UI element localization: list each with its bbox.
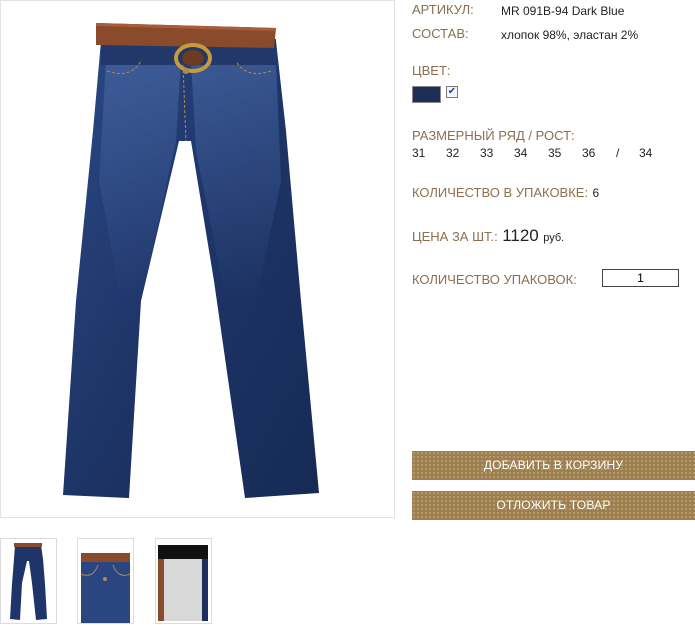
price-row: ЦЕНА ЗА ШТ.: 1120 руб. xyxy=(412,226,564,246)
article-row: АРТИКУЛ: xyxy=(412,1,474,19)
article-label: АРТИКУЛ: xyxy=(412,2,474,17)
packs-quantity-input[interactable] xyxy=(602,269,679,287)
composition-row: СОСТАВ: xyxy=(412,25,469,43)
size-separator: / xyxy=(616,146,620,160)
packs-label: КОЛИЧЕСТВО УПАКОВОК: xyxy=(412,272,577,287)
packs-row: КОЛИЧЕСТВО УПАКОВОК: xyxy=(412,271,577,289)
thumbnail-closeup[interactable] xyxy=(77,538,134,624)
price-label: ЦЕНА ЗА ШТ.: xyxy=(412,229,498,244)
color-row: ЦВЕТ: xyxy=(412,62,451,80)
size-label: РАЗМЕРНЫЙ РЯД / РОСТ: xyxy=(412,128,575,143)
add-to-cart-button[interactable]: ДОБАВИТЬ В КОРЗИНУ xyxy=(412,451,695,480)
size-item: 35 xyxy=(548,146,562,160)
article-value: MR 091B-94 Dark Blue xyxy=(501,4,625,18)
defer-item-button[interactable]: ОТЛОЖИТЬ ТОВАР xyxy=(412,491,695,520)
pack-count-label: КОЛИЧЕСТВО В УПАКОВКЕ: xyxy=(412,185,589,200)
product-main-image xyxy=(0,0,395,518)
size-item: 31 xyxy=(412,146,426,160)
price-unit: руб. xyxy=(543,232,565,244)
color-label: ЦВЕТ: xyxy=(412,63,451,78)
size-row: РАЗМЕРНЫЙ РЯД / РОСТ: xyxy=(412,127,575,145)
article-value-wrap: MR 091B-94 Dark Blue xyxy=(501,2,624,20)
pack-count-value: 6 xyxy=(592,186,600,200)
height-item: 34 xyxy=(639,146,653,160)
composition-label: СОСТАВ: xyxy=(412,26,469,41)
price-value: 1120 xyxy=(502,226,539,245)
size-item: 36 xyxy=(582,146,596,160)
size-item: 33 xyxy=(480,146,494,160)
composition-value-wrap: хлопок 98%, эластан 2% xyxy=(501,26,638,44)
composition-value: хлопок 98%, эластан 2% xyxy=(501,28,639,42)
size-item: 32 xyxy=(446,146,460,160)
jeans-image xyxy=(63,23,319,498)
thumbnail-front[interactable] xyxy=(0,538,57,624)
size-item: 34 xyxy=(514,146,528,160)
color-swatch-dark-blue[interactable] xyxy=(412,86,441,103)
pack-count-row: КОЛИЧЕСТВО В УПАКОВКЕ: 6 xyxy=(412,184,599,202)
thumbnail-inside[interactable] xyxy=(155,538,212,624)
color-checkbox[interactable]: ✔ xyxy=(446,86,458,98)
